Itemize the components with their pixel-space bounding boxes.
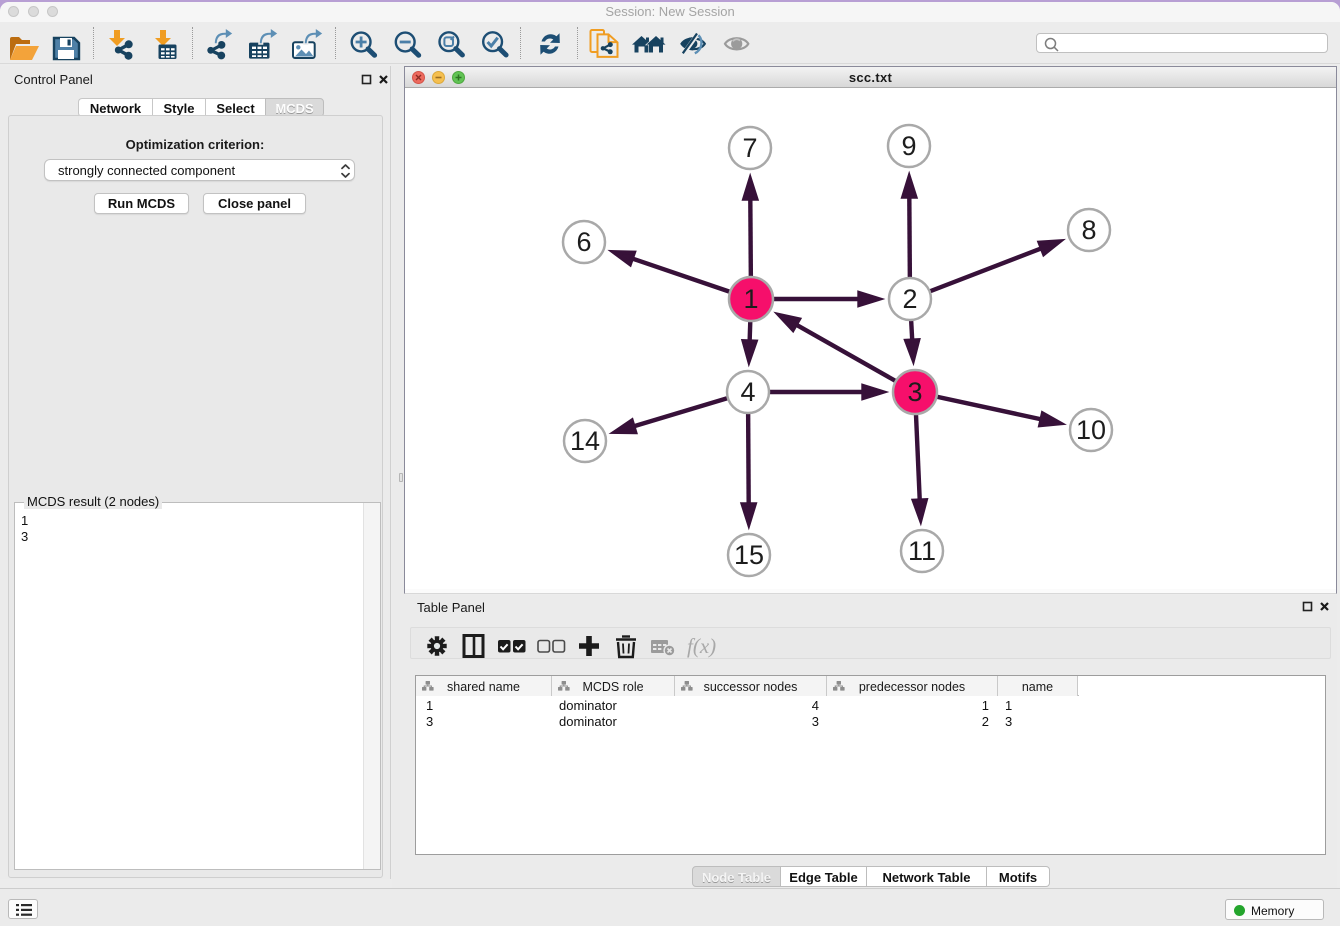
svg-text:4: 4 — [740, 377, 755, 407]
svg-text:8: 8 — [1081, 215, 1096, 245]
svg-text:3: 3 — [907, 377, 922, 407]
svg-text:6: 6 — [576, 227, 591, 257]
svg-text:10: 10 — [1076, 415, 1106, 445]
svg-text:7: 7 — [742, 133, 757, 163]
svg-text:11: 11 — [908, 536, 936, 566]
svg-text:9: 9 — [901, 131, 916, 161]
svg-text:15: 15 — [734, 540, 764, 570]
svg-text:2: 2 — [902, 284, 917, 314]
svg-text:14: 14 — [570, 426, 600, 456]
svg-text:1: 1 — [743, 284, 758, 314]
